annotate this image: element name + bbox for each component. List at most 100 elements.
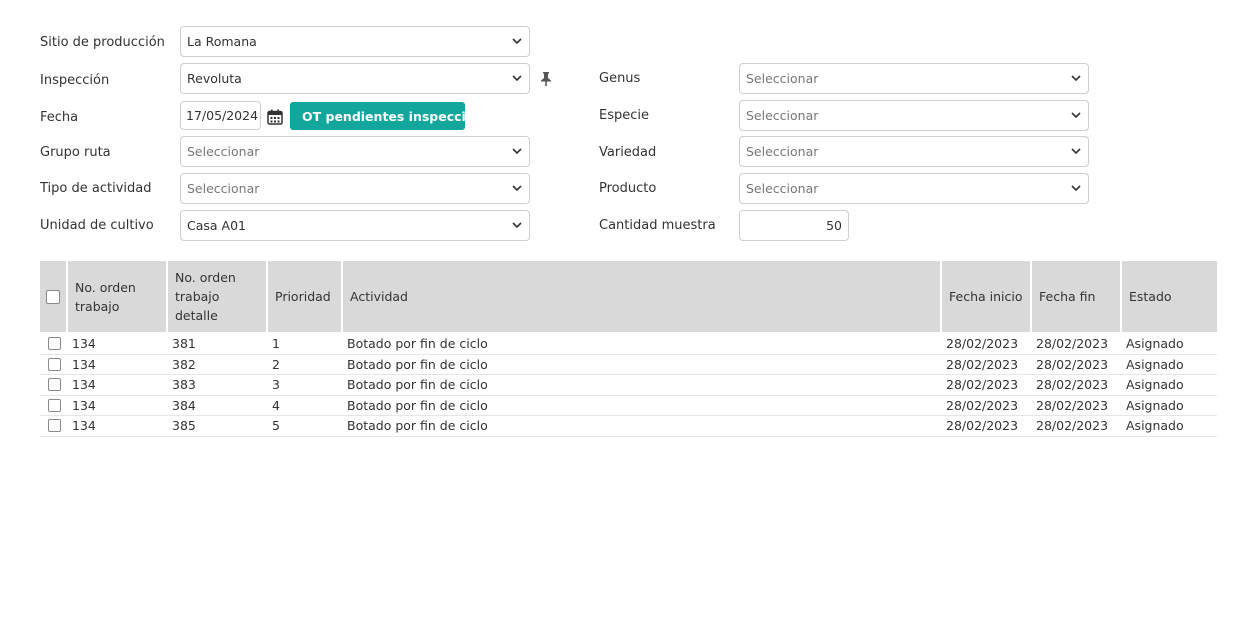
cell-estado: Asignado [1126,336,1184,352]
col-estado-header[interactable]: Estado [1122,261,1217,332]
cell-orden: 134 [72,397,96,413]
row-checkbox[interactable] [47,398,61,412]
cell-orden: 134 [72,356,96,372]
row-select-cell [40,419,68,433]
row-select-cell [40,378,68,392]
sitio-select[interactable]: La Romana [180,26,530,57]
variedad-label: Variedad [599,145,657,160]
chevron-down-icon [511,146,523,158]
tipo-actividad-placeholder: Seleccionar [187,181,260,196]
cell-detalle: 384 [172,397,196,413]
row-checkbox[interactable] [47,357,61,371]
col-fecha-inicio-header[interactable]: Fecha inicio [942,261,1032,332]
cell-fecha-inicio: 28/02/2023 [946,356,1019,372]
fecha-label: Fecha [40,110,79,125]
cell-prioridad: 3 [272,377,280,393]
cell-actividad: Botado por fin de ciclo [347,397,488,413]
cell-fecha-inicio: 28/02/2023 [946,336,1019,352]
sitio-value: La Romana [187,34,257,49]
chevron-down-icon [511,36,523,48]
col-orden-header[interactable]: No. orden trabajo [68,261,168,332]
cell-actividad: Botado por fin de ciclo [347,377,488,393]
table-row[interactable]: 134 381 1 Botado por fin de ciclo 28/02/2023… [40,334,1217,355]
cell-fecha-fin: 28/02/2023 [1036,397,1109,413]
chevron-down-icon [511,183,523,195]
row-checkbox[interactable] [47,337,61,351]
cell-fecha-fin: 28/02/2023 [1036,336,1109,352]
row-checkbox[interactable] [47,378,61,392]
chevron-down-icon [511,73,523,85]
genus-select[interactable]: Seleccionar [739,63,1089,94]
cell-prioridad: 2 [272,356,280,372]
table-row[interactable]: 134 382 2 Botado por fin de ciclo 28/02/2023… [40,355,1217,375]
cell-estado: Asignado [1126,397,1184,413]
select-all-checkbox[interactable] [46,289,60,304]
cell-estado: Asignado [1126,356,1184,372]
unidad-cultivo-select[interactable]: Casa A01 [180,210,530,241]
unidad-cultivo-value: Casa A01 [187,218,246,233]
especie-placeholder: Seleccionar [746,108,819,123]
row-select-cell [40,337,68,351]
cell-estado: Asignado [1126,418,1184,434]
cell-actividad: Botado por fin de ciclo [347,356,488,372]
cell-detalle: 382 [172,356,196,372]
cell-prioridad: 4 [272,397,280,413]
variedad-placeholder: Seleccionar [746,144,819,159]
cell-actividad: Botado por fin de ciclo [347,418,488,434]
cell-detalle: 385 [172,418,196,434]
ot-table: No. orden trabajo No. orden trabajo deta… [40,261,1217,437]
cell-fecha-fin: 28/02/2023 [1036,377,1109,393]
pin-icon[interactable] [540,72,552,86]
col-actividad-header[interactable]: Actividad [343,261,942,332]
genus-placeholder: Seleccionar [746,71,819,86]
table-body: 134 381 1 Botado por fin de ciclo 28/02/2023… [40,334,1217,437]
row-checkbox[interactable] [47,419,61,433]
tipo-actividad-select[interactable]: Seleccionar [180,173,530,204]
cell-orden: 134 [72,336,96,352]
cantidad-muestra-input[interactable]: 50 [739,210,849,241]
ot-pendientes-button[interactable]: OT pendientes inspección [290,102,483,130]
row-select-cell [40,357,68,371]
cell-prioridad: 1 [272,336,280,352]
especie-select[interactable]: Seleccionar [739,100,1089,131]
grupo-ruta-label: Grupo ruta [40,145,111,160]
calendar-icon[interactable] [267,109,283,125]
grupo-ruta-placeholder: Seleccionar [187,144,260,159]
table-row[interactable]: 134 385 5 Botado por fin de ciclo 28/02/2023… [40,416,1217,437]
cell-estado: Asignado [1126,377,1184,393]
sitio-label: Sitio de producción [40,35,165,50]
tipo-actividad-label: Tipo de actividad [40,181,152,196]
inspeccion-label: Inspección [40,73,110,88]
cell-fecha-inicio: 28/02/2023 [946,377,1019,393]
cell-prioridad: 5 [272,418,280,434]
cell-fecha-inicio: 28/02/2023 [946,418,1019,434]
cell-orden: 134 [72,418,96,434]
col-fecha-fin-header[interactable]: Fecha fin [1032,261,1122,332]
select-all-cell [40,261,68,332]
cell-fecha-fin: 28/02/2023 [1036,356,1109,372]
inspeccion-select[interactable]: Revoluta [180,63,530,94]
chevron-down-icon [1070,183,1082,195]
cell-detalle: 381 [172,336,196,352]
cell-fecha-inicio: 28/02/2023 [946,397,1019,413]
unidad-cultivo-label: Unidad de cultivo [40,218,154,233]
col-detalle-header[interactable]: No. orden trabajo detalle [168,261,268,332]
grupo-ruta-select[interactable]: Seleccionar [180,136,530,167]
table-header: No. orden trabajo No. orden trabajo deta… [40,261,1217,332]
cantidad-muestra-label: Cantidad muestra [599,218,716,233]
fecha-input[interactable]: 17/05/2024 [180,101,261,130]
row-select-cell [40,398,68,412]
especie-label: Especie [599,108,649,123]
chevron-down-icon [1070,110,1082,122]
chevron-down-icon [511,220,523,232]
producto-placeholder: Seleccionar [746,181,819,196]
col-prioridad-header[interactable]: Prioridad [268,261,343,332]
table-row[interactable]: 134 384 4 Botado por fin de ciclo 28/02/2023… [40,396,1217,416]
table-row[interactable]: 134 383 3 Botado por fin de ciclo 28/02/2023… [40,375,1217,396]
cell-detalle: 383 [172,377,196,393]
inspeccion-value: Revoluta [187,71,242,86]
producto-select[interactable]: Seleccionar [739,173,1089,204]
variedad-select[interactable]: Seleccionar [739,136,1089,167]
chevron-down-icon [1070,146,1082,158]
chevron-down-icon [1070,73,1082,85]
